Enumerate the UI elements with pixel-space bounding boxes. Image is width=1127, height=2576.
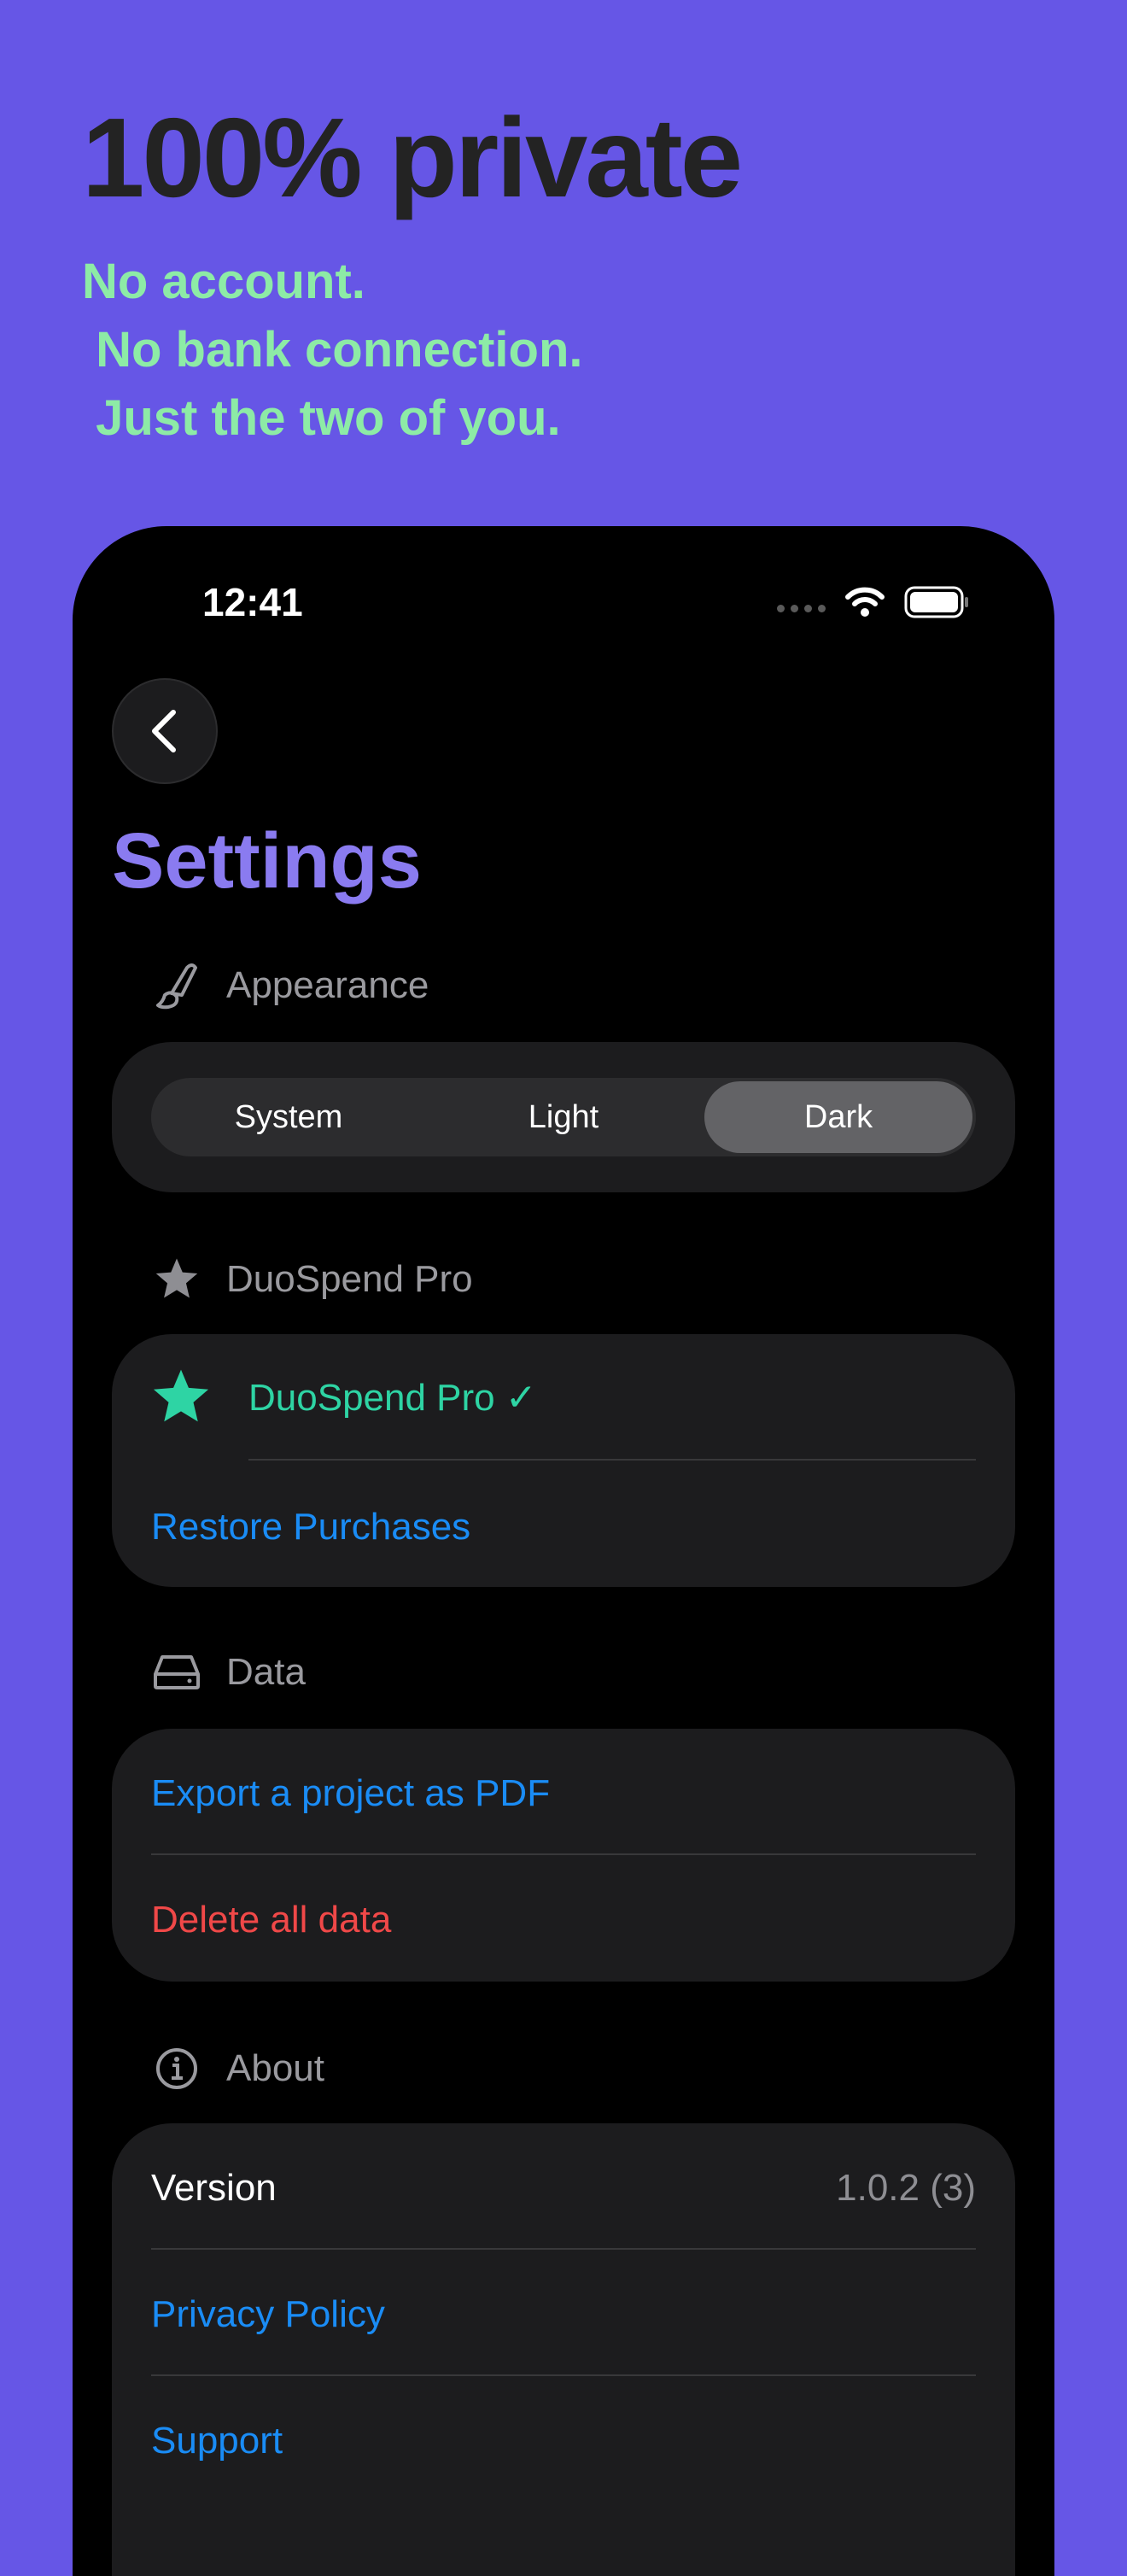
export-pdf-button[interactable]: Export a project as PDF	[151, 1763, 976, 1824]
wifi-icon	[845, 587, 885, 617]
promo-tagline: No account. No bank connection. Just the…	[82, 248, 583, 453]
version-row: Version 1.0.2 (3)	[151, 2157, 976, 2219]
tagline-line: No account.	[82, 254, 365, 309]
version-label: Version	[151, 2167, 277, 2209]
pro-card: DuoSpend Pro ✓ Restore Purchases	[112, 1334, 1015, 1587]
support-link[interactable]: Support	[151, 2410, 976, 2472]
page-title: Settings	[112, 817, 422, 905]
info-icon	[151, 2043, 202, 2094]
paintbrush-icon	[151, 960, 202, 1011]
divider	[151, 1853, 976, 1855]
battery-icon	[904, 586, 968, 618]
phone-screen: 12:41 Settings Appearance System Light D…	[73, 526, 1054, 2576]
section-header-pro: DuoSpend Pro	[151, 1254, 473, 1305]
appearance-card: System Light Dark	[112, 1042, 1015, 1192]
restore-purchases-button[interactable]: Restore Purchases	[151, 1496, 976, 1558]
tagline-line: Just the two of you.	[82, 390, 561, 446]
star-icon	[151, 1254, 202, 1305]
section-title: About	[226, 2047, 324, 2089]
divider	[151, 2248, 976, 2250]
star-filled-icon	[153, 1369, 209, 1422]
divider	[248, 1459, 976, 1461]
segment-dark[interactable]: Dark	[704, 1081, 972, 1153]
section-title: Data	[226, 1651, 306, 1693]
divider	[151, 2374, 976, 2376]
status-time: 12:41	[202, 580, 303, 624]
section-title: DuoSpend Pro	[226, 1258, 473, 1300]
promo-headline: 100% private	[82, 95, 743, 220]
status-icons	[777, 586, 969, 618]
chevron-left-icon	[152, 710, 176, 752]
appearance-segmented-control: System Light Dark	[151, 1078, 976, 1156]
segment-light[interactable]: Light	[429, 1081, 698, 1153]
section-header-about: About	[151, 2043, 324, 2094]
back-button[interactable]	[112, 678, 218, 784]
section-header-appearance: Appearance	[151, 960, 429, 1011]
segment-system[interactable]: System	[155, 1081, 423, 1153]
signal-icon	[777, 604, 826, 612]
section-header-data: Data	[151, 1647, 306, 1698]
privacy-policy-link[interactable]: Privacy Policy	[151, 2284, 976, 2345]
section-title: Appearance	[226, 964, 429, 1006]
tagline-line: No bank connection.	[82, 322, 583, 378]
pro-status-label: DuoSpend Pro ✓	[248, 1376, 537, 1419]
data-card: Export a project as PDF Delete all data	[112, 1729, 1015, 1982]
about-card: Version 1.0.2 (3) Privacy Policy Support	[112, 2123, 1015, 2576]
pro-status-row: DuoSpend Pro ✓	[151, 1361, 976, 1433]
drive-icon	[151, 1647, 202, 1698]
version-value: 1.0.2 (3)	[836, 2167, 976, 2209]
delete-all-data-button[interactable]: Delete all data	[151, 1889, 976, 1951]
